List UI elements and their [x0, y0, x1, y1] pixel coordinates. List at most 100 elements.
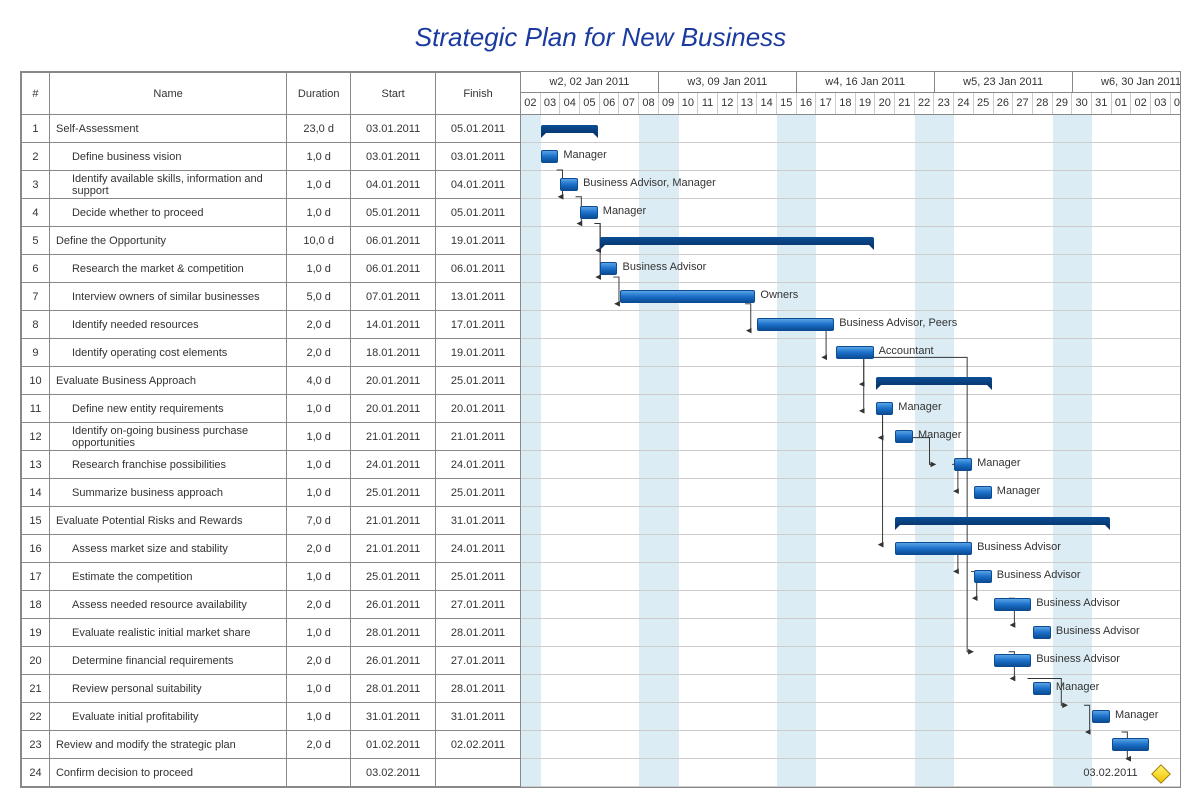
cell-start: 04.01.2011 — [351, 171, 436, 199]
table-row[interactable]: 6Research the market & competition1,0 d0… — [22, 255, 521, 283]
cell-finish: 31.01.2011 — [436, 703, 521, 731]
gantt-task-bar[interactable]: Manager — [580, 206, 598, 219]
table-row[interactable]: 9Identify operating cost elements2,0 d18… — [22, 339, 521, 367]
table-row[interactable]: 11Define new entity requirements1,0 d20.… — [22, 395, 521, 423]
cell-start: 06.01.2011 — [351, 227, 436, 255]
table-row[interactable]: 16Assess market size and stability2,0 d2… — [22, 535, 521, 563]
table-row[interactable]: 3Identify available skills, information … — [22, 171, 521, 199]
cell-id: 4 — [22, 199, 50, 227]
cell-start: 20.01.2011 — [351, 367, 436, 395]
cell-id: 2 — [22, 143, 50, 171]
table-row[interactable]: 23Review and modify the strategic plan2,… — [22, 731, 521, 759]
timeline-day-label: 10 — [679, 93, 699, 114]
cell-id: 23 — [22, 731, 50, 759]
table-row[interactable]: 2Define business vision1,0 d03.01.201103… — [22, 143, 521, 171]
cell-id: 19 — [22, 619, 50, 647]
timeline-day-label: 12 — [718, 93, 738, 114]
cell-finish: 05.01.2011 — [436, 199, 521, 227]
timeline-row: Manager — [521, 423, 1180, 451]
gantt-summary-bar[interactable] — [895, 517, 1110, 525]
cell-duration: 2,0 d — [287, 731, 351, 759]
table-row[interactable]: 8Identify needed resources2,0 d14.01.201… — [22, 311, 521, 339]
gantt-task-bar[interactable]: Business Advisor — [994, 598, 1031, 611]
cell-name: Self-Assessment — [49, 115, 286, 143]
timeline-row: Business Advisor, Manager — [521, 171, 1180, 199]
gantt-task-bar[interactable]: Business Advisor, Peers — [757, 318, 834, 331]
cell-finish: 24.01.2011 — [436, 451, 521, 479]
table-row[interactable]: 1Self-Assessment23,0 d03.01.201105.01.20… — [22, 115, 521, 143]
table-row[interactable]: 19Evaluate realistic initial market shar… — [22, 619, 521, 647]
gantt-task-bar[interactable]: Business Advisor — [600, 262, 618, 275]
table-row[interactable]: 20Determine financial requirements2,0 d2… — [22, 647, 521, 675]
cell-name: Identify needed resources — [49, 311, 286, 339]
cell-name: Estimate the competition — [49, 563, 286, 591]
cell-start: 21.01.2011 — [351, 535, 436, 563]
timeline-day-label: 05 — [580, 93, 600, 114]
table-row[interactable]: 17Estimate the competition1,0 d25.01.201… — [22, 563, 521, 591]
cell-finish: 17.01.2011 — [436, 311, 521, 339]
cell-finish: 06.01.2011 — [436, 255, 521, 283]
table-row[interactable]: 24Confirm decision to proceed03.02.2011 — [22, 759, 521, 787]
cell-finish: 13.01.2011 — [436, 283, 521, 311]
gantt-task-bar[interactable]: Business Advisor — [1033, 626, 1051, 639]
gantt-summary-bar[interactable] — [541, 125, 598, 133]
table-row[interactable]: 21Review personal suitability1,0 d28.01.… — [22, 675, 521, 703]
table-row[interactable]: 4Decide whether to proceed1,0 d05.01.201… — [22, 199, 521, 227]
gantt-task-bar[interactable]: Business Advisor — [974, 570, 992, 583]
timeline-day-label: 02 — [521, 93, 541, 114]
cell-start: 31.01.2011 — [351, 703, 436, 731]
cell-duration: 4,0 d — [287, 367, 351, 395]
cell-start: 21.01.2011 — [351, 423, 436, 451]
gantt-task-bar[interactable] — [1112, 738, 1149, 751]
timeline-day-label: 25 — [974, 93, 994, 114]
timeline-day-label: 03 — [1151, 93, 1171, 114]
table-row[interactable]: 10Evaluate Business Approach4,0 d20.01.2… — [22, 367, 521, 395]
gantt-task-bar[interactable]: Manager — [1092, 710, 1110, 723]
gantt-summary-bar[interactable] — [600, 237, 874, 245]
gantt-task-bar[interactable]: Manager — [876, 402, 894, 415]
gantt-summary-bar[interactable] — [876, 377, 992, 385]
timeline-row: Business Advisor — [521, 619, 1180, 647]
cell-start: 25.01.2011 — [351, 563, 436, 591]
table-row[interactable]: 7Interview owners of similar businesses5… — [22, 283, 521, 311]
cell-name: Evaluate realistic initial market share — [49, 619, 286, 647]
cell-finish: 25.01.2011 — [436, 479, 521, 507]
gantt-task-bar[interactable]: Manager — [541, 150, 559, 163]
gantt-task-bar[interactable]: Accountant — [836, 346, 873, 359]
table-row[interactable]: 15Evaluate Potential Risks and Rewards7,… — [22, 507, 521, 535]
header-duration: Duration — [287, 73, 351, 115]
cell-id: 6 — [22, 255, 50, 283]
gantt-task-bar[interactable]: Business Advisor — [895, 542, 972, 555]
gantt-task-bar[interactable]: Manager — [974, 486, 992, 499]
table-row[interactable]: 14Summarize business approach1,0 d25.01.… — [22, 479, 521, 507]
cell-finish: 25.01.2011 — [436, 367, 521, 395]
table-row[interactable]: 5Define the Opportunity10,0 d06.01.20111… — [22, 227, 521, 255]
cell-duration: 2,0 d — [287, 311, 351, 339]
table-row[interactable]: 13Research franchise possibilities1,0 d2… — [22, 451, 521, 479]
cell-finish: 28.01.2011 — [436, 619, 521, 647]
cell-duration: 1,0 d — [287, 619, 351, 647]
table-row[interactable]: 12Identify on-going business purchase op… — [22, 423, 521, 451]
timeline-week-label: w6, 30 Jan 2011 — [1073, 72, 1180, 92]
gantt-task-bar[interactable]: Manager — [895, 430, 913, 443]
gantt-task-bar[interactable]: Manager — [954, 458, 972, 471]
milestone-icon[interactable] — [1151, 764, 1171, 784]
cell-name: Confirm decision to proceed — [49, 759, 286, 787]
cell-duration: 7,0 d — [287, 507, 351, 535]
timeline-row: Manager — [521, 479, 1180, 507]
cell-start: 21.01.2011 — [351, 507, 436, 535]
timeline-day-label: 30 — [1072, 93, 1092, 114]
timeline-row: 03.02.2011 — [521, 759, 1180, 787]
gantt-task-bar[interactable]: Owners — [620, 290, 756, 303]
gantt-task-bar[interactable]: Business Advisor — [994, 654, 1031, 667]
table-row[interactable]: 22Evaluate initial profitability1,0 d31.… — [22, 703, 521, 731]
timeline-day-label: 06 — [600, 93, 620, 114]
task-resource-label: Owners — [754, 289, 798, 301]
cell-id: 22 — [22, 703, 50, 731]
gantt-task-bar[interactable]: Manager — [1033, 682, 1051, 695]
cell-id: 10 — [22, 367, 50, 395]
task-resource-label: Business Advisor — [971, 541, 1061, 553]
table-row[interactable]: 18Assess needed resource availability2,0… — [22, 591, 521, 619]
cell-name: Determine financial requirements — [49, 647, 286, 675]
gantt-task-bar[interactable]: Business Advisor, Manager — [560, 178, 578, 191]
